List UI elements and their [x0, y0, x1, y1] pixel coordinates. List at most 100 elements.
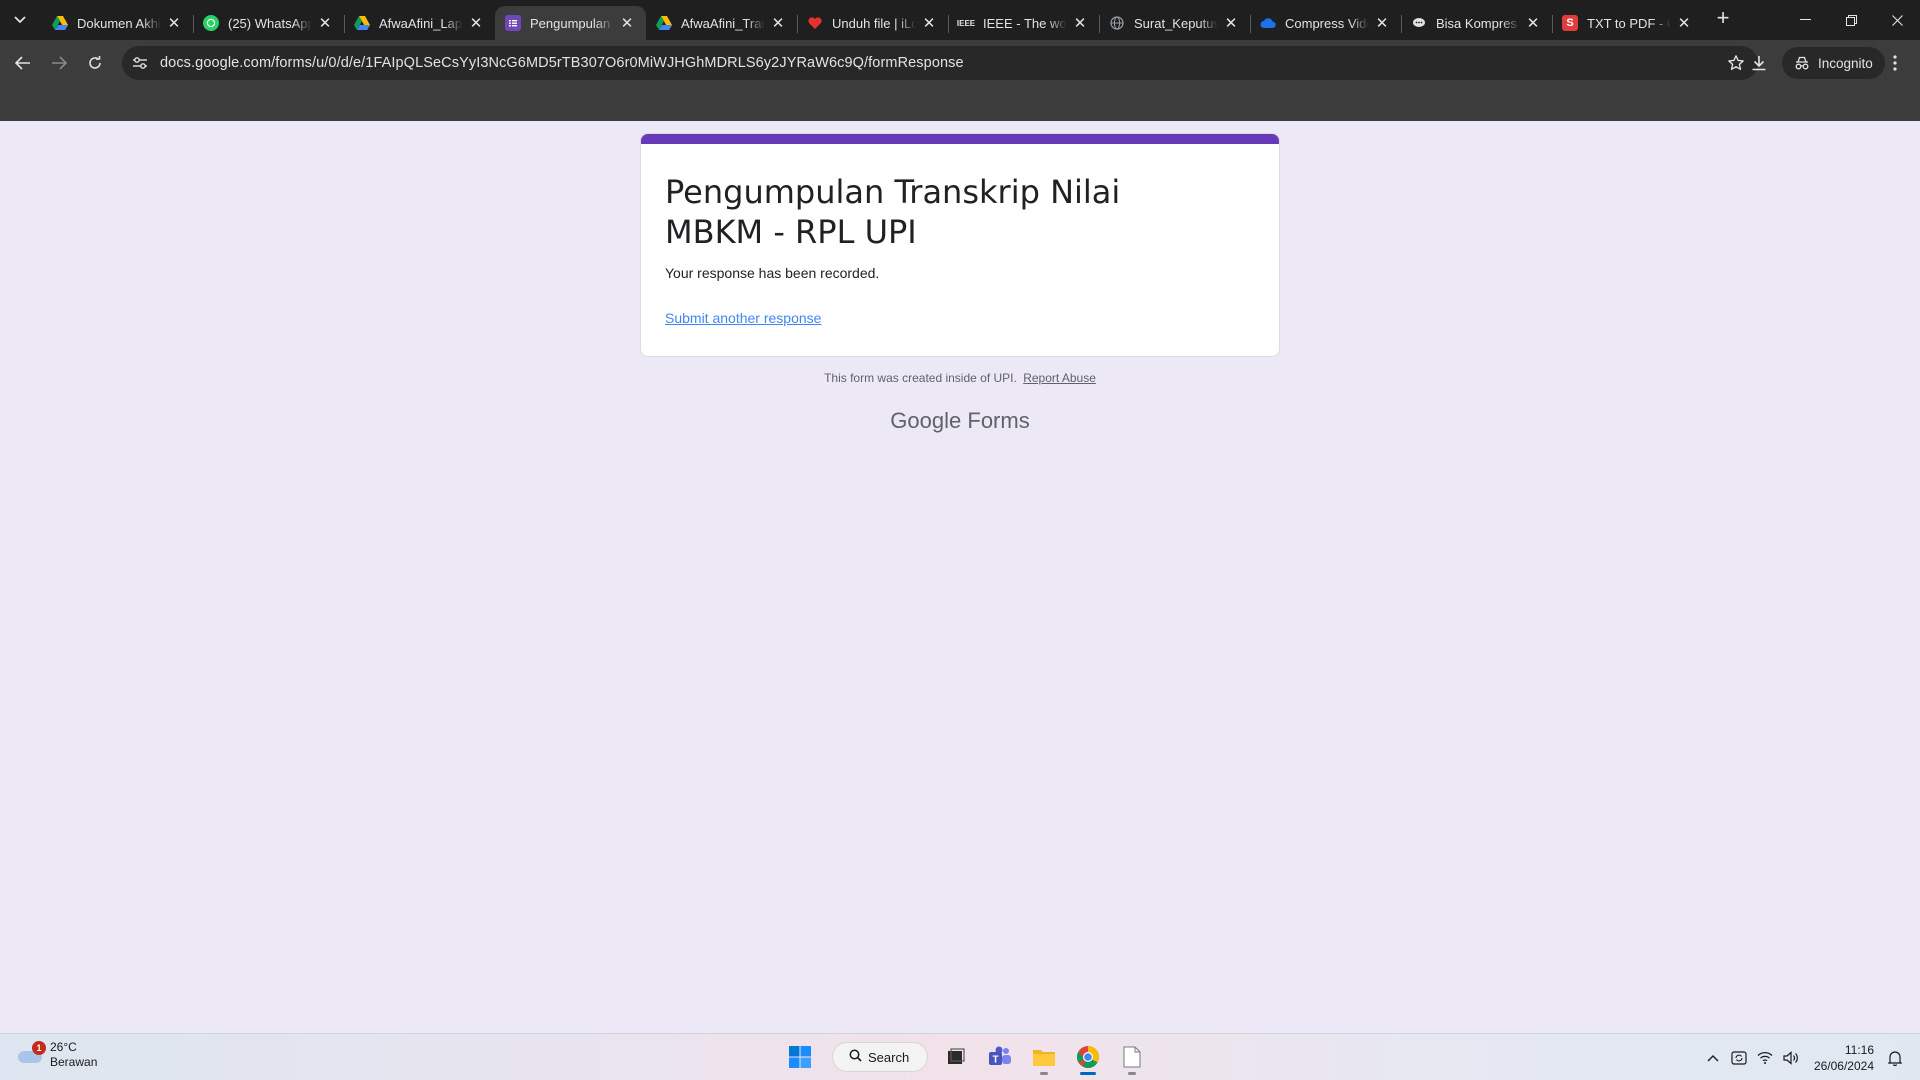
tab[interactable]: Unduh file | iLovePDF ✕ — [797, 6, 948, 40]
task-view-button[interactable] — [936, 1038, 976, 1076]
form-footer-note: This form was created inside of UPI. Rep… — [0, 371, 1920, 385]
tab-title: IEEE - The world — [983, 15, 1067, 31]
cloud-icon — [1260, 15, 1276, 31]
chat-icon — [1411, 15, 1427, 31]
close-window-button[interactable] — [1874, 0, 1920, 40]
close-icon[interactable]: ✕ — [467, 14, 485, 32]
toolbar-strip — [0, 86, 1920, 121]
tab[interactable]: AfwaAfini_Transkrip ✕ — [646, 6, 797, 40]
tab-title: (25) WhatsApp — [228, 15, 312, 31]
chevron-up-icon[interactable] — [1700, 1043, 1726, 1073]
close-icon[interactable]: ✕ — [1373, 14, 1391, 32]
search-icon — [849, 1049, 862, 1065]
tab-list: Dokumen Akhir ✕ (25) WhatsApp ✕ AfwaAfin… — [42, 0, 1703, 40]
s-logo-icon: S — [1562, 15, 1578, 31]
google-drive-icon — [656, 15, 672, 31]
google-wordmark: Google — [890, 408, 962, 433]
report-abuse-link[interactable]: Report Abuse — [1023, 371, 1096, 385]
google-forms-icon — [505, 15, 521, 31]
sync-icon[interactable] — [1726, 1043, 1752, 1073]
teams-app[interactable]: T — [980, 1038, 1020, 1076]
close-icon[interactable]: ✕ — [1675, 14, 1693, 32]
weather-description: Berawan — [50, 1055, 98, 1069]
taskbar-apps: Search T — [780, 1038, 1156, 1076]
cloud-weather-icon: 1 — [16, 1041, 46, 1067]
restore-icon — [1845, 14, 1857, 26]
svg-text:T: T — [992, 1055, 998, 1066]
tab[interactable]: S TXT to PDF - Convert ✕ — [1552, 6, 1703, 40]
clock-date: 26/06/2024 — [1813, 1058, 1874, 1073]
close-icon[interactable]: ✕ — [920, 14, 938, 32]
minimize-button[interactable] — [1782, 0, 1828, 40]
tab[interactable]: IEEE IEEE - The world ✕ — [948, 6, 1099, 40]
submit-another-response-link[interactable]: Submit another response — [665, 310, 821, 326]
browser-toolbar: docs.google.com/forms/u/0/d/e/1FAIpQLSeC… — [0, 40, 1920, 86]
site-info-icon[interactable] — [126, 49, 154, 77]
chrome-app[interactable] — [1068, 1038, 1108, 1076]
browser-menu-button[interactable] — [1878, 46, 1912, 80]
tab-title: Surat_Keputusan — [1134, 15, 1218, 31]
system-clock[interactable]: 11:16 26/06/2024 — [1814, 1042, 1874, 1074]
close-icon[interactable]: ✕ — [769, 14, 787, 32]
tab-title: Dokumen Akhir — [77, 15, 161, 31]
tab[interactable]: AfwaAfini_Laporan ✕ — [344, 6, 495, 40]
forward-button[interactable] — [42, 46, 76, 80]
address-bar[interactable]: docs.google.com/forms/u/0/d/e/1FAIpQLSeC… — [122, 46, 1758, 80]
system-tray: 11:16 26/06/2024 — [1700, 1034, 1920, 1080]
google-drive-icon — [52, 15, 68, 31]
taskbar-search[interactable]: Search — [832, 1042, 928, 1072]
tab-search-button[interactable] — [6, 6, 34, 34]
wifi-icon[interactable] — [1752, 1043, 1778, 1073]
windows-taskbar: 1 26°C Berawan Search T 11:16 26/06/2024 — [0, 1033, 1920, 1080]
notification-badge: 1 — [32, 1041, 46, 1055]
running-indicator — [1040, 1072, 1048, 1075]
close-icon[interactable]: ✕ — [1222, 14, 1240, 32]
close-icon[interactable]: ✕ — [316, 14, 334, 32]
close-icon[interactable]: ✕ — [165, 14, 183, 32]
weather-temperature: 26°C — [50, 1040, 77, 1054]
new-tab-button[interactable]: + — [1709, 4, 1737, 32]
tab-active[interactable]: Pengumpulan Transkrip ✕ — [495, 6, 646, 40]
task-view-icon — [948, 1048, 965, 1064]
google-drive-icon — [354, 15, 370, 31]
notepad-app[interactable] — [1112, 1038, 1152, 1076]
close-icon[interactable]: ✕ — [1524, 14, 1542, 32]
close-icon[interactable]: ✕ — [618, 14, 636, 32]
chrome-icon — [1077, 1046, 1099, 1068]
close-icon[interactable]: ✕ — [1071, 14, 1089, 32]
weather-widget[interactable]: 1 26°C Berawan — [16, 1040, 97, 1070]
notification-bell-icon[interactable] — [1882, 1043, 1908, 1073]
tab-title: AfwaAfini_Laporan — [379, 15, 463, 31]
download-icon — [1752, 56, 1766, 71]
response-recorded-message: Your response has been recorded. — [665, 265, 880, 281]
tab-title: Pengumpulan Transkrip — [530, 15, 614, 31]
windows-logo-icon — [789, 1046, 811, 1068]
url-text[interactable]: docs.google.com/forms/u/0/d/e/1FAIpQLSeC… — [160, 55, 964, 71]
tab[interactable]: Dokumen Akhir ✕ — [42, 6, 193, 40]
tab-title: Compress Video — [1285, 15, 1369, 31]
forms-wordmark: Forms — [967, 408, 1030, 433]
tab-strip: Dokumen Akhir ✕ (25) WhatsApp ✕ AfwaAfin… — [0, 0, 1920, 40]
back-button[interactable] — [6, 46, 40, 80]
incognito-label: Incognito — [1818, 55, 1873, 71]
tab[interactable]: Surat_Keputusan ✕ — [1099, 6, 1250, 40]
tab[interactable]: Compress Video ✕ — [1250, 6, 1401, 40]
incognito-badge[interactable]: Incognito — [1782, 47, 1885, 79]
tab[interactable]: Bisa Kompres ✕ — [1401, 6, 1552, 40]
active-indicator — [1080, 1072, 1096, 1075]
tab-title: AfwaAfini_Transkrip — [681, 15, 765, 31]
restore-button[interactable] — [1828, 0, 1874, 40]
close-icon — [1891, 14, 1903, 26]
ieee-icon: IEEE — [956, 18, 976, 28]
chevron-down-icon — [14, 16, 26, 24]
reload-button[interactable] — [78, 46, 112, 80]
downloads-button[interactable] — [1742, 46, 1776, 80]
page-content: Pengumpulan Transkrip Nilai MBKM - RPL U… — [0, 121, 1920, 1033]
tab[interactable]: (25) WhatsApp ✕ — [193, 6, 344, 40]
google-forms-logo[interactable]: Google Forms — [0, 408, 1920, 434]
start-button[interactable] — [780, 1038, 820, 1076]
file-explorer-app[interactable] — [1024, 1038, 1064, 1076]
incognito-icon — [1794, 56, 1810, 70]
volume-icon[interactable] — [1778, 1043, 1804, 1073]
footer-note-text: This form was created inside of UPI. — [824, 371, 1017, 385]
